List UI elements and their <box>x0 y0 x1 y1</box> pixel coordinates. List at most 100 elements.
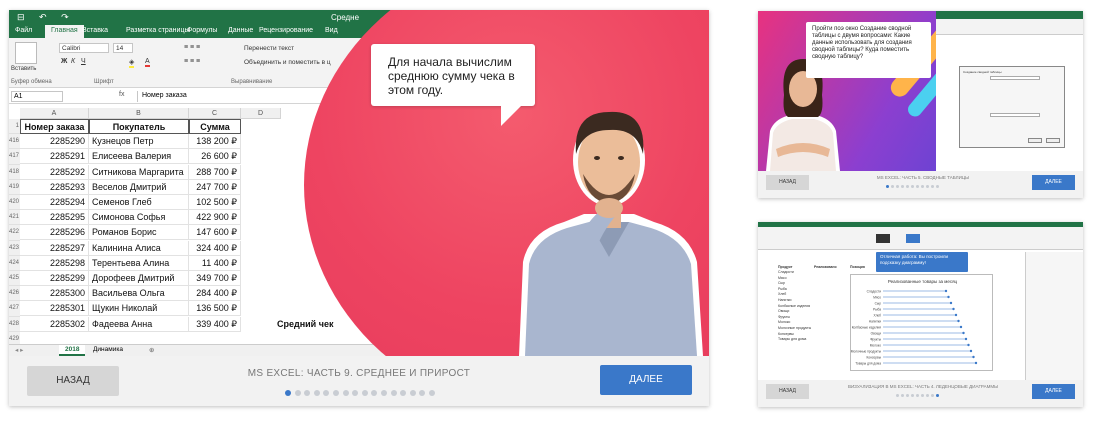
ribbon-tab[interactable]: Данные <box>228 27 253 34</box>
row-header[interactable]: 422 <box>9 225 20 241</box>
sheet-tab-dynamics[interactable]: Динамика <box>87 345 129 356</box>
sheet-cell[interactable]: 2285292 <box>20 164 89 180</box>
sheet-cell[interactable]: 284 400 ₽ <box>189 286 241 302</box>
sheet-cell[interactable]: 2285294 <box>20 195 89 210</box>
sheet-cell[interactable]: 2285291 <box>20 149 89 165</box>
format-pane <box>1025 252 1083 380</box>
sheet-cell[interactable]: Сумма <box>189 119 241 134</box>
back-button[interactable]: НАЗАД <box>27 366 119 396</box>
progress-dot <box>371 390 378 396</box>
row-header[interactable]: 428 <box>9 316 20 332</box>
quick-access-toolbar[interactable]: ⊟ ↶ ↷ <box>17 12 75 23</box>
ribbon-tab[interactable]: Главная <box>45 25 84 38</box>
sheet-cell[interactable]: Фадеева Анна <box>89 316 189 332</box>
sheet-cell[interactable]: 2285298 <box>20 255 89 271</box>
lollipop-next-button[interactable]: ДАЛЕЕ <box>1032 384 1075 399</box>
name-box[interactable]: A1 <box>11 91 63 102</box>
sheet-cell[interactable]: Симонова Софья <box>89 210 189 226</box>
row-header[interactable]: 417 <box>9 149 20 165</box>
ribbon-tab[interactable]: Формулы <box>187 27 217 34</box>
pivot-back-button[interactable]: НАЗАД <box>766 175 809 190</box>
sheet-cell[interactable]: Романов Борис <box>89 225 189 241</box>
ribbon-tab[interactable]: Рецензирование <box>259 27 313 34</box>
sheet-cell[interactable]: Кузнецов Петр <box>89 134 189 150</box>
sheet-cell[interactable]: 102 500 ₽ <box>189 195 241 210</box>
sheet-cell[interactable]: 2285290 <box>20 134 89 150</box>
sheet-cell[interactable]: 2285300 <box>20 286 89 302</box>
font-color-icon[interactable]: A <box>145 58 150 67</box>
fx-icon[interactable]: fx <box>119 91 124 98</box>
font-name-select[interactable]: Calibri <box>59 43 109 53</box>
sheet-cell[interactable]: Семенов Глеб <box>89 195 189 210</box>
progress-dot <box>891 185 894 188</box>
sheet-cell[interactable]: Калинина Алиса <box>89 240 189 256</box>
sheet-cell[interactable]: Веселов Дмитрий <box>89 179 189 195</box>
merge-center-button[interactable]: Объединить и поместить в ц <box>244 59 331 66</box>
sheet-tab-2018[interactable]: 2018 <box>59 345 86 356</box>
bold-button[interactable]: Ж <box>61 58 67 65</box>
avg-label-cell[interactable]: Средний чек <box>274 317 354 332</box>
paste-icon[interactable] <box>15 42 37 64</box>
sheet-cell[interactable]: 2285296 <box>20 225 89 241</box>
sheet-cell[interactable]: 288 700 ₽ <box>189 164 241 180</box>
ribbon-tab[interactable]: Вставка <box>82 27 108 34</box>
next-button[interactable]: ДАЛЕЕ <box>600 365 692 395</box>
progress-dot <box>931 394 934 397</box>
row-header[interactable]: 423 <box>9 240 20 256</box>
sheet-cell[interactable]: 422 900 ₽ <box>189 210 241 226</box>
row-header[interactable]: 419 <box>9 179 20 195</box>
ribbon-tab[interactable]: Файл <box>15 27 32 34</box>
sheet-cell[interactable]: Ситникова Маргарита <box>89 164 189 180</box>
sheet-cell[interactable]: 2285293 <box>20 179 89 195</box>
lollipop-back-button[interactable]: НАЗАД <box>766 384 809 399</box>
lesson-card-lollipop-charts[interactable]: Продукт Реализовано Позиция Сладости Мясо Сыр… <box>758 222 1083 407</box>
add-sheet-icon[interactable]: ⊕ <box>143 345 160 356</box>
formula-input[interactable]: Номер заказа <box>137 91 337 102</box>
lesson-card-pivot-tables[interactable]: Создание сводной таблицы Пройти поэ окно… <box>758 11 1083 198</box>
sheet-cell[interactable]: 2285301 <box>20 301 89 317</box>
italic-button[interactable]: К <box>71 58 75 65</box>
sheet-cell[interactable]: 26 600 ₽ <box>189 149 241 165</box>
row-header[interactable]: 420 <box>9 195 20 211</box>
row-header[interactable]: 426 <box>9 286 20 302</box>
underline-button[interactable]: Ч <box>81 58 86 65</box>
sheet-cell[interactable]: 349 700 ₽ <box>189 271 241 286</box>
sheet-cell[interactable]: Терентьева Алина <box>89 255 189 271</box>
sheet-cell[interactable]: Щукин Николай <box>89 301 189 317</box>
align-icons[interactable]: ≡ ≡ ≡ <box>184 44 200 51</box>
sheet-cell[interactable]: 147 600 ₽ <box>189 225 241 241</box>
sheet-cell[interactable]: 138 200 ₽ <box>189 134 241 150</box>
wrap-text-button[interactable]: Перенести текст <box>244 45 294 52</box>
sheet-cell[interactable]: 339 400 ₽ <box>189 316 241 332</box>
row-header[interactable]: 418 <box>9 164 20 180</box>
row-header[interactable]: 421 <box>9 210 20 226</box>
fill-color-icon[interactable]: ◈ <box>129 58 135 68</box>
sheet-cell[interactable]: 2285299 <box>20 271 89 286</box>
ribbon-tab[interactable]: Вид <box>325 27 338 34</box>
ribbon-tab[interactable]: Разметка страницы <box>126 27 190 34</box>
sheet-cell[interactable]: 2285302 <box>20 316 89 332</box>
sheet-cell[interactable]: 247 700 ₽ <box>189 179 241 195</box>
sheet-cell[interactable]: Дорофеев Дмитрий <box>89 271 189 286</box>
font-size-select[interactable]: 14 <box>113 43 133 53</box>
progress-dot <box>323 390 330 396</box>
pivot-next-button[interactable]: ДАЛЕЕ <box>1032 175 1075 190</box>
lollipop-head <box>969 349 973 353</box>
sheet-cell[interactable]: Покупатель <box>89 119 189 134</box>
align-icons-2[interactable]: ≡ ≡ ≡ <box>184 58 200 65</box>
progress-dot <box>429 390 435 396</box>
sheet-cell[interactable]: Елисеева Валерия <box>89 149 189 165</box>
row-header[interactable]: 424 <box>9 255 20 271</box>
sheet-cell[interactable]: Васильева Ольга <box>89 286 189 302</box>
sheet-nav-icon[interactable]: ◂ ▸ <box>15 346 23 354</box>
sheet-cell[interactable]: 11 400 ₽ <box>189 255 241 271</box>
row-header[interactable]: 427 <box>9 301 20 317</box>
sheet-cell[interactable]: 136 500 ₽ <box>189 301 241 317</box>
row-header[interactable]: 425 <box>9 271 20 287</box>
sheet-cell[interactable]: 2285297 <box>20 240 89 256</box>
row-header[interactable]: 416 <box>9 134 20 150</box>
sheet-cell[interactable]: Номер заказа <box>20 119 89 134</box>
sheet-cell[interactable]: 2285295 <box>20 210 89 226</box>
row-header[interactable]: 1 <box>9 119 20 135</box>
sheet-cell[interactable]: 324 400 ₽ <box>189 240 241 256</box>
